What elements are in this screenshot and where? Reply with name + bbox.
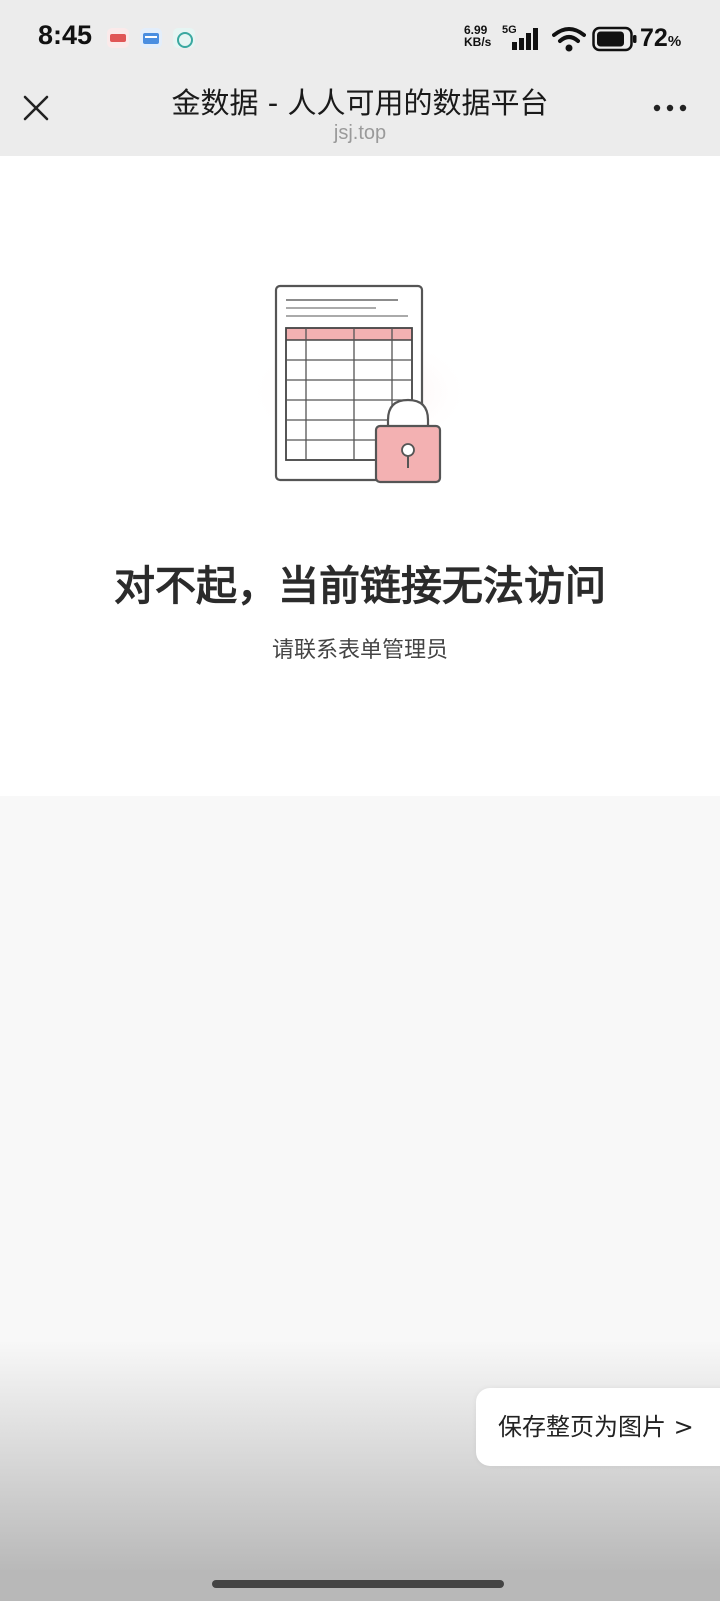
home-indicator[interactable] [212, 1580, 504, 1588]
battery-level: 72 [640, 24, 668, 52]
browser-titlebar: 金数据 - 人人可用的数据平台 jsj.top [0, 72, 720, 156]
network-speed: 6.99 KB/s [464, 24, 491, 48]
battery-percentage: 72% [640, 24, 681, 53]
network-speed-unit: KB/s [464, 35, 492, 49]
page-domain: jsj.top [333, 122, 387, 144]
signal-icon [512, 28, 538, 50]
error-subtitle: 请联系表单管理员 [271, 638, 448, 663]
status-bar: 8:45 6.99 KB/s 5G 72% [0, 0, 720, 72]
more-options-icon[interactable] [652, 98, 688, 118]
gesture-navigation-bar [0, 1570, 720, 1601]
mail-app-icon [140, 28, 162, 48]
save-page-as-image-button[interactable]: 保存整页为图片 > [476, 1388, 720, 1466]
battery-unit: % [667, 33, 682, 50]
page-title: 金数据 - 人人可用的数据平台 [171, 86, 549, 120]
chat-app-icon [173, 28, 195, 48]
error-headline: 对不起，当前链接无法访问 [114, 562, 606, 610]
battery-icon [592, 26, 637, 52]
locked-document-illustration [248, 284, 472, 484]
ticket-app-icon [107, 28, 129, 48]
error-card: 对不起，当前链接无法访问 请联系表单管理员 [0, 156, 720, 796]
status-time: 8:45 [38, 20, 93, 50]
wifi-icon [552, 27, 586, 52]
